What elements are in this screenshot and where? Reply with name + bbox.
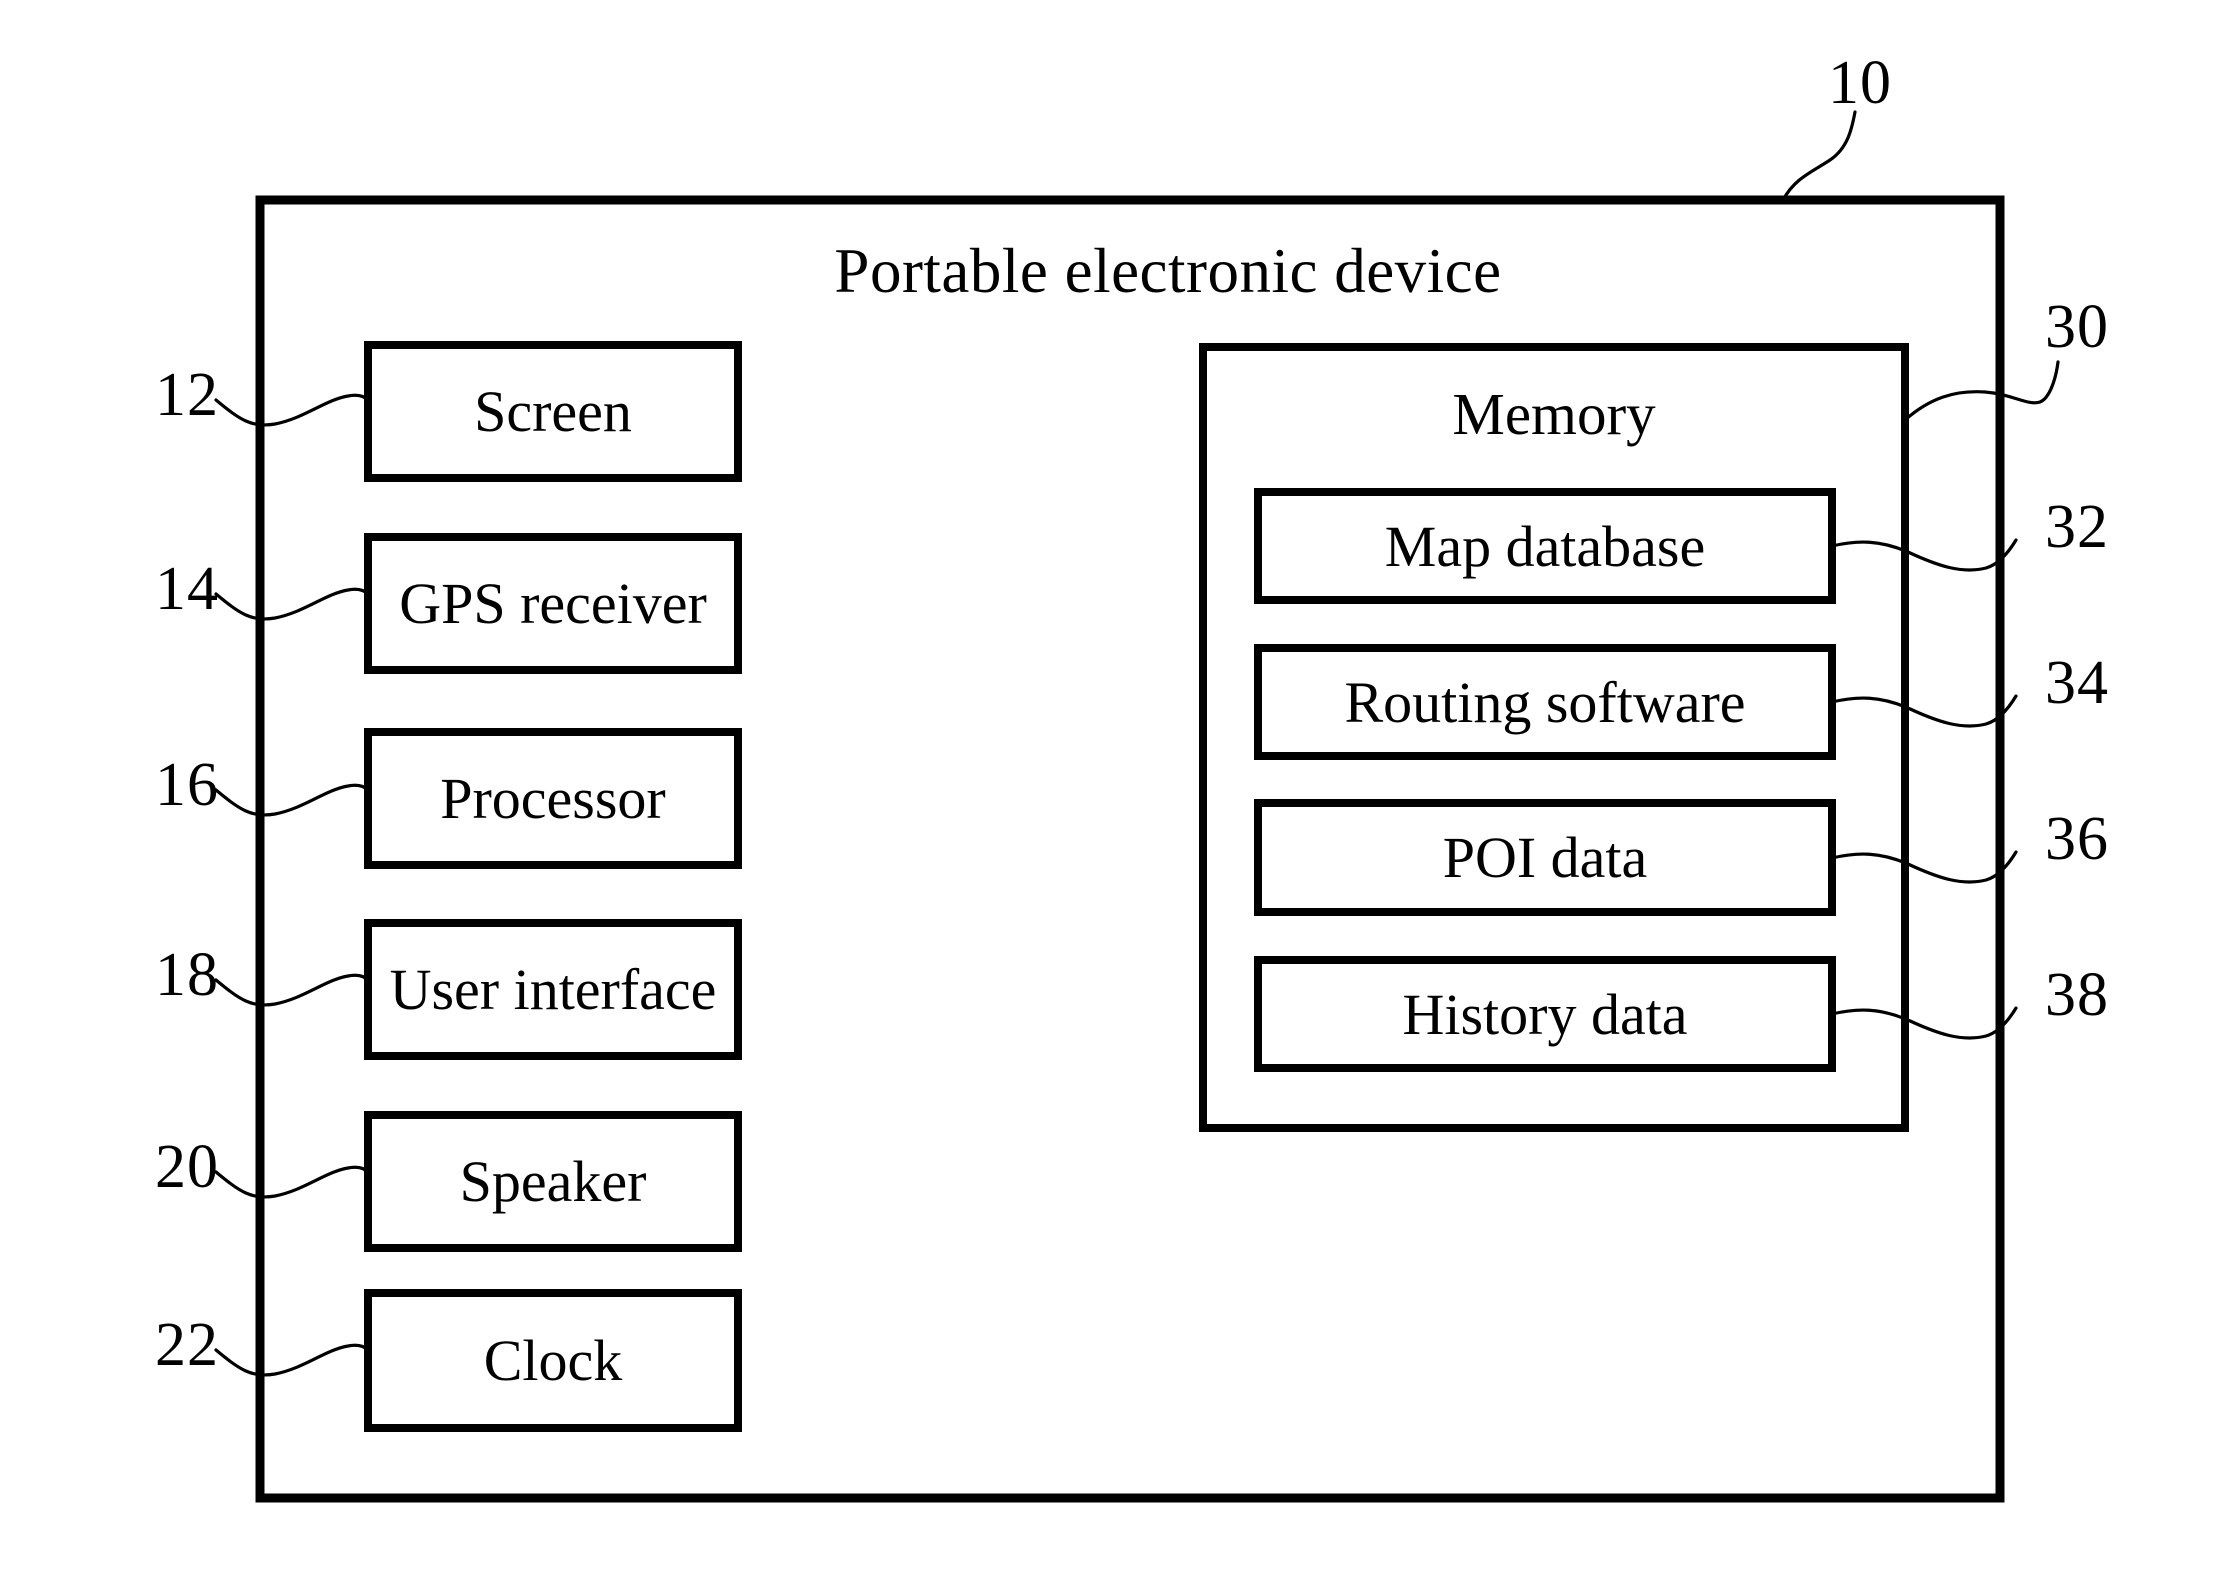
leader-line-14 [214, 587, 370, 621]
processor-box-label[interactable]: Processor [368, 732, 738, 865]
leader-line-38 [1830, 1006, 2018, 1040]
reference-numeral-12: 12 [155, 361, 219, 429]
leader-line-22 [214, 1343, 370, 1377]
screen-box-label[interactable]: Screen [368, 345, 738, 478]
leader-line-18 [214, 973, 370, 1007]
leader-line-34 [1830, 694, 2018, 728]
poi-data-box-label[interactable]: POI data [1258, 803, 1832, 912]
memory-title: Memory [1452, 381, 1656, 447]
patent-figure: Portable electronic device 10 Memory 30 … [0, 0, 2226, 1584]
routing-software-box-label[interactable]: Routing software [1258, 648, 1832, 756]
reference-numeral-32: 32 [2045, 493, 2109, 561]
reference-numeral-10: 10 [1828, 49, 1892, 117]
reference-numeral-18: 18 [155, 941, 219, 1009]
reference-numeral-36: 36 [2045, 805, 2109, 873]
reference-numeral-22: 22 [155, 1311, 219, 1379]
gps-receiver-box-label[interactable]: GPS receiver [368, 537, 738, 670]
clock-box-label[interactable]: Clock [368, 1293, 738, 1428]
reference-numeral-14: 14 [155, 555, 219, 623]
reference-numeral-38: 38 [2045, 961, 2109, 1029]
leader-line-20 [214, 1165, 370, 1199]
user-interface-box-label[interactable]: User interface [368, 923, 738, 1056]
leader-line-36 [1830, 850, 2018, 884]
device-title: Portable electronic device [834, 236, 1502, 306]
leader-line-12 [214, 393, 370, 427]
reference-numeral-34: 34 [2045, 649, 2109, 717]
history-data-box-label[interactable]: History data [1258, 960, 1832, 1068]
leader-line-30 [1903, 360, 2060, 422]
leader-line-16 [214, 783, 370, 817]
speaker-box-label[interactable]: Speaker [368, 1115, 738, 1248]
reference-numeral-30: 30 [2045, 293, 2109, 361]
leader-line-10 [1781, 110, 1857, 202]
reference-numeral-16: 16 [155, 751, 219, 819]
leader-line-32 [1830, 538, 2018, 572]
map-database-box-label[interactable]: Map database [1258, 492, 1832, 600]
reference-numeral-20: 20 [155, 1133, 219, 1201]
